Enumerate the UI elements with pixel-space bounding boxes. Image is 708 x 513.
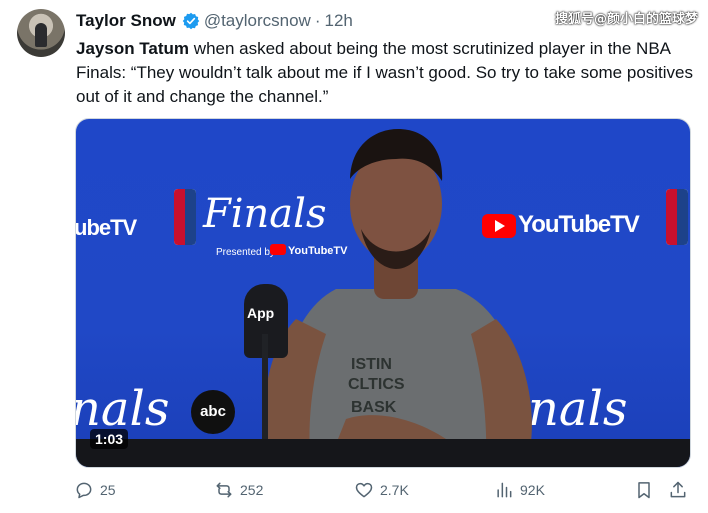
bookmark-icon bbox=[638, 482, 650, 499]
svg-text:BASK: BASK bbox=[351, 399, 397, 416]
action-bar: 25 252 2.7K 92K bbox=[74, 480, 694, 504]
video-player[interactable]: ubeTV Finals Presented by YouTubeTV YouT… bbox=[75, 118, 691, 468]
nba-logo-left bbox=[174, 189, 196, 245]
avatar[interactable] bbox=[17, 9, 65, 57]
share-icon bbox=[670, 481, 686, 498]
heart-icon bbox=[355, 482, 373, 498]
repost-icon bbox=[216, 482, 232, 498]
verified-badge-icon bbox=[182, 12, 200, 30]
microphone-stand bbox=[262, 334, 268, 444]
bookmark-button[interactable] bbox=[634, 480, 654, 500]
views-count: 92K bbox=[520, 482, 545, 498]
timestamp[interactable]: 12h bbox=[325, 11, 353, 31]
reply-button[interactable]: 25 bbox=[74, 480, 116, 500]
views-icon bbox=[497, 482, 512, 498]
tweet-text: Jayson Tatum when asked about being the … bbox=[76, 37, 696, 109]
author-name[interactable]: Taylor Snow bbox=[76, 11, 176, 31]
separator-dot: · bbox=[314, 11, 321, 30]
like-button[interactable]: 2.7K bbox=[354, 480, 409, 500]
tweet-header: Taylor Snow @taylorcsnow · 12h bbox=[76, 10, 353, 32]
reply-count: 25 bbox=[100, 482, 116, 498]
press-table bbox=[76, 439, 690, 467]
video-duration: 1:03 bbox=[90, 429, 129, 449]
svg-text:ISTIN: ISTIN bbox=[351, 356, 392, 373]
mentioned-name: Jayson Tatum bbox=[76, 39, 190, 58]
svg-text:CLTICS: CLTICS bbox=[348, 376, 405, 393]
author-handle[interactable]: @taylorcsnow bbox=[204, 11, 311, 31]
nba-logo-right bbox=[666, 189, 688, 245]
backdrop-youtubetv-left: ubeTV bbox=[75, 215, 137, 240]
mic-flag-label: App bbox=[247, 305, 275, 321]
share-button[interactable] bbox=[668, 480, 688, 500]
repost-button[interactable]: 252 bbox=[214, 480, 263, 500]
reply-icon bbox=[76, 482, 92, 499]
repost-count: 252 bbox=[240, 482, 264, 498]
watermark: 搜狐号@颜小白的篮球梦 bbox=[554, 12, 698, 27]
views-button[interactable]: 92K bbox=[494, 480, 545, 500]
like-count: 2.7K bbox=[380, 482, 409, 498]
